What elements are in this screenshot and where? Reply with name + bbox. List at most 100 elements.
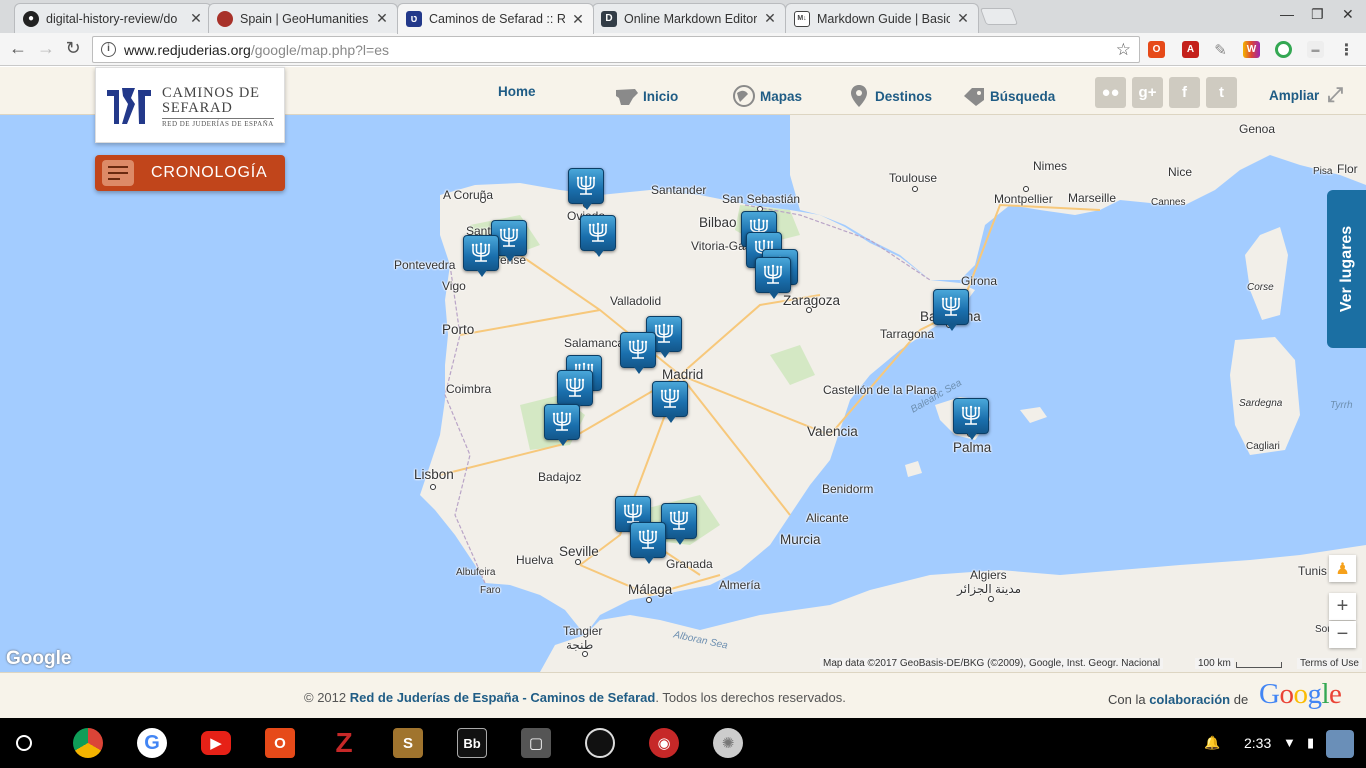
zotero-icon[interactable]: Z <box>329 727 359 758</box>
colab-link[interactable]: colaboración <box>1149 692 1230 707</box>
ver-lugares-tab[interactable]: Ver lugares <box>1327 190 1366 348</box>
chrome-extension-icon[interactable] <box>1275 41 1292 58</box>
city-label: Tarragona <box>880 327 935 341</box>
github-icon: ● <box>23 10 39 27</box>
fullscreen-icon: ⤢ <box>1327 84 1344 106</box>
notification-bell-icon[interactable]: 🔔 <box>1204 735 1220 751</box>
juderia-marker[interactable] <box>620 332 656 374</box>
cronologia-button[interactable]: CRONOLOGÍA <box>95 155 285 191</box>
crosh-icon[interactable]: ▢ <box>521 728 551 758</box>
juderia-marker[interactable] <box>544 404 580 446</box>
browser-tab-5[interactable]: M↓ Markdown Guide | Basic ✕ <box>785 3 979 33</box>
user-avatar[interactable] <box>1326 730 1354 758</box>
google-logo[interactable]: Google <box>1259 678 1342 711</box>
close-tab-icon[interactable]: ✕ <box>189 10 203 27</box>
city-label: Montpellier <box>994 192 1053 206</box>
juderia-marker[interactable] <box>953 398 989 440</box>
nav-inicio[interactable]: Inicio <box>615 84 678 108</box>
terms-link[interactable]: Terms of Use <box>1297 658 1362 669</box>
browser-tab-2[interactable]: Spain | GeoHumanities ✕ <box>208 3 398 33</box>
juderia-marker[interactable] <box>568 168 604 210</box>
minimize-icon[interactable]: — <box>1280 6 1294 22</box>
scale-label[interactable]: 100 km <box>1195 658 1234 669</box>
google-icon[interactable]: G <box>137 728 167 758</box>
menu-icon[interactable]: ⋮ <box>1338 41 1355 59</box>
wifi-icon[interactable]: ▼ <box>1283 735 1296 750</box>
nav-home[interactable]: Home <box>498 84 536 99</box>
copyright-link[interactable]: Red de Juderías de España - Caminos de S… <box>350 690 656 705</box>
back-arrow-icon[interactable]: ← <box>7 38 29 59</box>
address-bar[interactable]: i www.redjuderias.org/google/map.php?l=e… <box>92 36 1140 63</box>
reload-icon[interactable]: ↻ <box>62 38 84 59</box>
juderia-marker[interactable] <box>933 289 969 331</box>
browser-tab-1[interactable]: ● digital-history-review/do ✕ <box>14 3 212 33</box>
os-shelf: G ▶ O Z S Bb ▢ ◉ ✺ 🔔 2:33 ▼ ▮ <box>0 718 1366 768</box>
close-tab-icon[interactable]: ✕ <box>763 10 777 27</box>
street-view-pegman-icon[interactable]: ♟ <box>1329 555 1356 582</box>
juderia-marker[interactable] <box>652 381 688 423</box>
copyright-suffix: . Todos los derechos reservados. <box>655 690 846 705</box>
browser-tab-4[interactable]: D Online Markdown Editor ✕ <box>592 3 786 33</box>
forward-arrow-icon[interactable]: → <box>35 38 57 59</box>
menorah-icon <box>565 377 585 397</box>
city-label: Málaga <box>628 582 673 597</box>
menorah-icon <box>669 510 689 530</box>
browser-tab-3[interactable]: ט Caminos de Sefarad :: Re ✕ <box>397 3 594 34</box>
tab-title: Caminos de Sefarad :: Re <box>429 12 565 26</box>
menorah-icon <box>588 222 608 242</box>
sea-label: Tyrrh <box>1330 400 1353 411</box>
bookmark-star-icon[interactable]: ☆ <box>1116 40 1131 60</box>
pdf-extension-icon[interactable]: A <box>1182 41 1199 58</box>
juderia-marker[interactable] <box>580 215 616 257</box>
menorah-icon <box>941 296 961 316</box>
youtube-icon[interactable]: ▶ <box>201 731 231 755</box>
google-map[interactable]: A Coruña Santander San Sebastián Bilbao … <box>0 115 1366 672</box>
seal-icon[interactable]: ✺ <box>713 728 743 758</box>
battery-icon[interactable]: ▮ <box>1307 735 1314 751</box>
menorah-icon <box>499 227 519 247</box>
maximize-icon[interactable]: ❐ <box>1311 6 1324 23</box>
juderia-marker[interactable] <box>463 235 499 277</box>
new-tab-button[interactable] <box>979 8 1019 25</box>
pen-extension-icon[interactable]: ✎ <box>1212 41 1229 59</box>
colab-prefix: Con la <box>1108 692 1150 707</box>
github-icon[interactable] <box>585 728 615 758</box>
nav-destinos[interactable]: Destinos <box>847 84 932 108</box>
juderia-marker[interactable] <box>630 522 666 564</box>
twitter-icon[interactable]: t <box>1206 77 1237 108</box>
zoom-out-button[interactable]: − <box>1329 621 1356 648</box>
city-label: Pontevedra <box>394 258 456 272</box>
owl-icon[interactable]: ◉ <box>649 728 679 758</box>
close-tab-icon[interactable]: ✕ <box>375 10 389 27</box>
city-label: Granada <box>666 557 713 571</box>
close-tab-icon[interactable]: ✕ <box>956 10 970 27</box>
city-label: Nimes <box>1033 159 1068 173</box>
timeline-icon <box>102 160 134 186</box>
city-dot <box>430 484 436 490</box>
google-map-logo[interactable]: Google <box>6 648 71 670</box>
app-launcher-icon[interactable] <box>16 735 32 751</box>
facebook-icon[interactable]: f <box>1169 77 1200 108</box>
zoom-in-button[interactable]: + <box>1329 593 1356 620</box>
close-tab-icon[interactable]: ✕ <box>571 11 585 28</box>
clock[interactable]: 2:33 <box>1244 735 1271 751</box>
office-extension-icon[interactable]: O <box>1148 41 1165 58</box>
close-window-icon[interactable]: ✕ <box>1342 6 1354 23</box>
chrome-icon[interactable] <box>73 728 103 758</box>
google-plus-icon[interactable]: g+ <box>1132 77 1163 108</box>
blackboard-icon[interactable]: Bb <box>457 728 487 758</box>
flickr-icon[interactable]: ●● <box>1095 77 1126 108</box>
nav-busqueda[interactable]: Búsqueda <box>962 84 1055 108</box>
ampliar-button[interactable]: Ampliar ⤢ <box>1269 84 1343 107</box>
office-icon[interactable]: O <box>265 728 295 758</box>
site-logo[interactable]: CAMINOS DE SEFARAD RED DE JUDERÍAS DE ES… <box>95 67 285 143</box>
copyright: © 2012 Red de Juderías de España - Camin… <box>304 690 846 705</box>
extension-icon[interactable]: ▬ <box>1307 41 1324 58</box>
nav-mapas[interactable]: Mapas <box>732 84 802 108</box>
info-icon[interactable]: i <box>101 42 116 57</box>
juderia-marker[interactable] <box>755 257 791 299</box>
juderia-marker[interactable] <box>557 370 593 412</box>
w-extension-icon[interactable]: W <box>1243 41 1260 58</box>
juderia-marker[interactable] <box>661 503 697 545</box>
scrivener-icon[interactable]: S <box>393 728 423 758</box>
